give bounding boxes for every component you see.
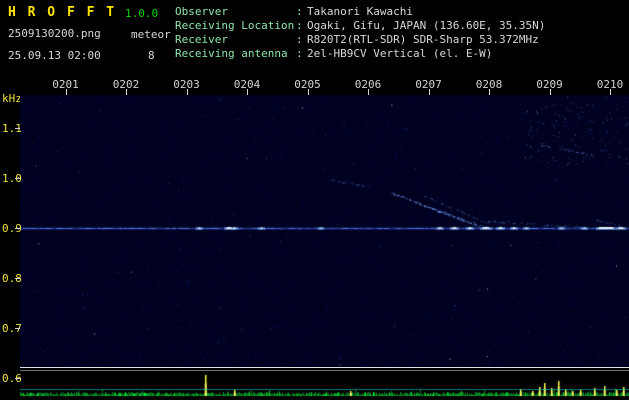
time-tick bbox=[65, 89, 67, 95]
info-label: Receiving Location bbox=[175, 19, 295, 32]
info-value: Takanori Kawachi bbox=[307, 5, 413, 18]
time-tick bbox=[549, 89, 551, 95]
freq-axis-unit-label: kHz bbox=[2, 92, 22, 105]
spectrogram-canvas bbox=[20, 95, 629, 368]
time-tick bbox=[247, 89, 248, 95]
freq-tick bbox=[15, 378, 20, 379]
output-file-name: 2509130200.png bbox=[8, 27, 101, 40]
time-tick bbox=[186, 89, 188, 95]
info-colon: : bbox=[296, 19, 303, 32]
time-tick bbox=[126, 89, 127, 95]
hrofft-window: H R O F F T 1.0.0 2509130200.png meteor … bbox=[0, 0, 629, 400]
station-info-list: Observer: Takanori Kawachi Receiving Locat… bbox=[175, 5, 545, 61]
info-row-receiver: Receiver: R820T2(RTL-SDR) SDR-Sharp 53.37… bbox=[175, 33, 545, 47]
header: H R O F F T 1.0.0 2509130200.png meteor … bbox=[0, 0, 629, 72]
time-tick bbox=[489, 89, 490, 95]
freq-tick bbox=[15, 128, 20, 129]
time-tick bbox=[307, 89, 309, 95]
info-colon: : bbox=[296, 47, 303, 60]
info-value: 2el-HB9CV Vertical (el. E-W) bbox=[307, 47, 493, 60]
hourly-echo-count: 8 bbox=[148, 49, 155, 62]
time-tick bbox=[428, 89, 430, 95]
signal-level-canvas bbox=[20, 372, 629, 398]
info-row-receiving-antenna: Receiving antenna:2el-HB9CV Vertical (el… bbox=[175, 47, 545, 61]
mode-label: meteor bbox=[131, 28, 171, 41]
time-tick bbox=[368, 89, 369, 95]
info-value: R820T2(RTL-SDR) SDR-Sharp 53.372MHz bbox=[307, 33, 539, 46]
separator-line bbox=[20, 367, 629, 368]
separator-line-2 bbox=[20, 370, 629, 371]
info-colon: : bbox=[296, 5, 303, 18]
info-value: Ogaki, Gifu, JAPAN (136.60E, 35.35N) bbox=[307, 19, 546, 32]
freq-tick bbox=[15, 278, 20, 279]
app-title: H R O F F T bbox=[8, 5, 117, 20]
info-label: Receiver bbox=[175, 33, 228, 46]
spectrogram-panel: kHz 0201 0202 0203 0204 0205 0206 0207 0208 0209… bbox=[0, 72, 629, 400]
info-row-observer: Observer: Takanori Kawachi bbox=[175, 5, 545, 19]
app-version: 1.0.0 bbox=[125, 7, 159, 20]
info-label: Observer bbox=[175, 5, 228, 18]
freq-tick bbox=[15, 328, 20, 329]
info-label: Receiving antenna bbox=[175, 47, 288, 60]
freq-tick bbox=[15, 228, 20, 229]
time-tick bbox=[610, 89, 611, 95]
freq-tick bbox=[15, 178, 20, 179]
info-row-receiving-location: Receiving Location: Ogaki, Gifu, JAPAN (1… bbox=[175, 19, 545, 33]
observation-datetime: 25.09.13 02:00 bbox=[8, 49, 101, 62]
info-colon: : bbox=[296, 33, 303, 46]
